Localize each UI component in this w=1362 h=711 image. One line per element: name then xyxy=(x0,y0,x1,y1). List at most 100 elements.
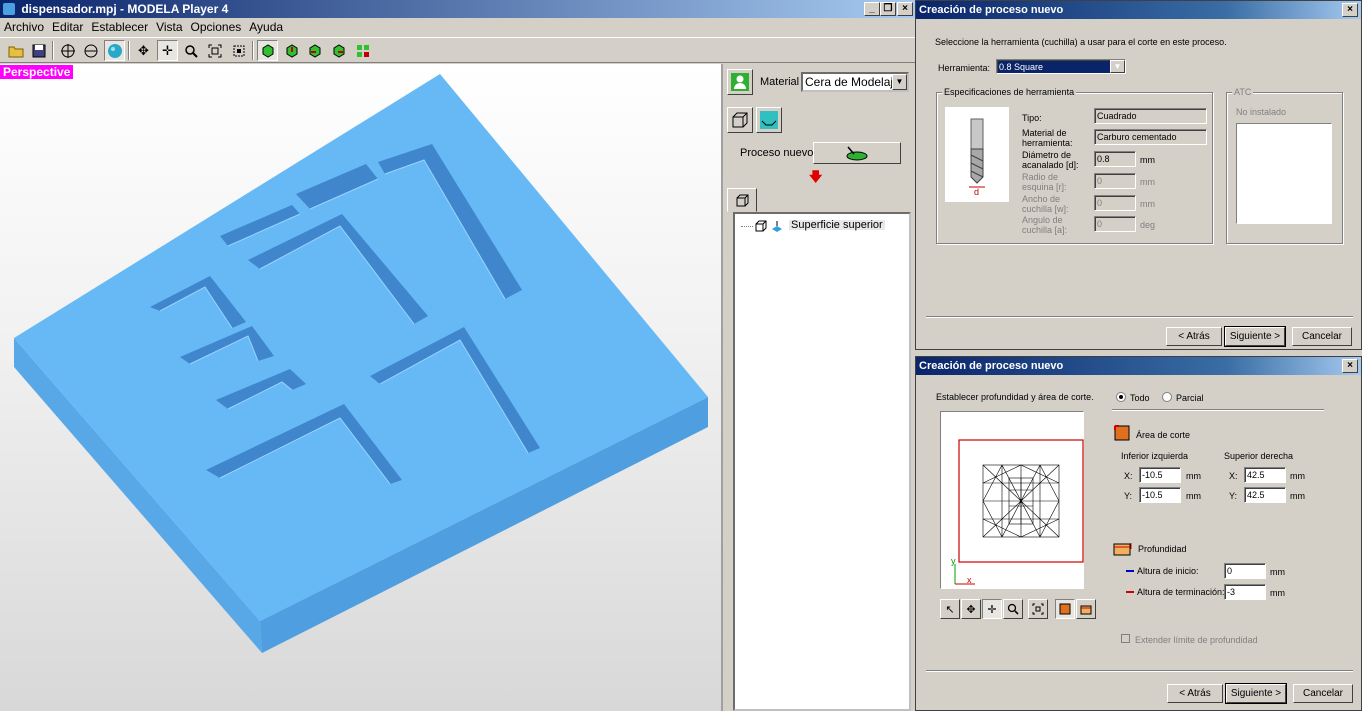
pan-icon[interactable]: ✛ xyxy=(157,40,178,61)
material-label-2: herramienta: xyxy=(1022,138,1073,148)
surface-layer-icon xyxy=(772,221,782,232)
ll-y-field[interactable]: -10.5 xyxy=(1139,487,1181,503)
close-icon[interactable]: × xyxy=(1342,3,1358,17)
tool-instruction: Seleccione la herramienta (cuchilla) a u… xyxy=(935,37,1227,47)
ll-x-field[interactable]: -10.5 xyxy=(1139,467,1181,483)
tree-item-top-surface[interactable]: Superficie superior xyxy=(789,220,885,231)
radio-todo[interactable] xyxy=(1116,392,1126,402)
process-tree[interactable]: Superficie superior xyxy=(733,212,911,711)
surface-icon[interactable] xyxy=(756,107,782,133)
close-button[interactable]: × xyxy=(897,2,913,16)
cube-view-icon[interactable] xyxy=(257,40,278,61)
rotate-icon[interactable]: ✥ xyxy=(133,40,154,61)
shaded-view-icon[interactable] xyxy=(104,40,125,61)
open-icon[interactable] xyxy=(5,40,26,61)
close-icon[interactable]: × xyxy=(1342,359,1358,373)
zoom-icon[interactable] xyxy=(180,40,201,61)
cancel-button[interactable]: Cancelar xyxy=(1293,684,1353,703)
tipo-label: Tipo: xyxy=(1022,113,1042,123)
menu-establecer[interactable]: Establecer xyxy=(89,18,154,36)
model-render xyxy=(14,74,708,653)
radio-parcial[interactable] xyxy=(1162,392,1172,402)
radio-todo-label[interactable]: Todo xyxy=(1130,393,1150,403)
save-icon[interactable] xyxy=(28,40,49,61)
area-preview[interactable]: y x xyxy=(940,411,1084,589)
diametro-field: 0.8 xyxy=(1094,151,1136,167)
start-height-field[interactable]: 0 xyxy=(1224,563,1266,579)
diametro-label-2: acanalado [d]: xyxy=(1022,160,1079,170)
view-side-icon[interactable] xyxy=(80,40,101,61)
cancel-button[interactable]: Cancelar xyxy=(1292,327,1352,346)
extend-depth-checkbox[interactable] xyxy=(1121,634,1130,643)
fit-view-icon[interactable] xyxy=(1028,599,1048,619)
ancho-field: 0 xyxy=(1094,195,1136,211)
back-button[interactable]: < Atrás xyxy=(1167,684,1223,703)
tool-label: Herramienta: xyxy=(938,63,991,73)
angulo-label-2: cuchilla [a]: xyxy=(1022,225,1068,235)
area-select-icon[interactable] xyxy=(1055,599,1075,619)
depth-select-icon[interactable] xyxy=(1076,599,1096,619)
3d-viewport[interactable]: Perspective xyxy=(0,64,721,711)
area-instruction: Establecer profundidad y área de corte. xyxy=(936,392,1094,402)
end-height-field[interactable]: -3 xyxy=(1224,584,1266,600)
tool-dialog: Creación de proceso nuevo × Seleccione l… xyxy=(915,0,1362,350)
preview-toolbar: ↖ ✥ ✛ xyxy=(940,599,1100,619)
select-arrow-icon[interactable]: ↖ xyxy=(940,599,960,619)
fit-view-icon[interactable] xyxy=(228,40,249,61)
start-height-marker xyxy=(1126,570,1134,572)
box-view-icon[interactable] xyxy=(727,107,753,133)
pan-icon[interactable]: ✛ xyxy=(982,599,1002,619)
process-panel: Material Cera de Modelaje ▼ Proceso nuev… xyxy=(721,64,915,711)
radio-label-2: esquina [r]: xyxy=(1022,182,1067,192)
tool-value: 0.8 Square xyxy=(999,62,1044,72)
next-button[interactable]: Siguiente > xyxy=(1224,326,1286,347)
material-select[interactable]: Cera de Modelaje ▼ xyxy=(801,72,909,92)
diametro-unit: mm xyxy=(1140,155,1155,165)
area-dialog: Creación de proceso nuevo × Establecer p… xyxy=(915,356,1362,711)
menu-ayuda[interactable]: Ayuda xyxy=(247,18,289,36)
zoom-icon[interactable] xyxy=(1003,599,1023,619)
menu-editar[interactable]: Editar xyxy=(50,18,89,36)
ur-y-unit: mm xyxy=(1290,491,1305,501)
menu-opciones[interactable]: Opciones xyxy=(189,18,248,36)
material-label: Material xyxy=(760,76,800,88)
ancho-label-2: cuchilla [w]: xyxy=(1022,204,1069,214)
new-process-button[interactable] xyxy=(813,142,901,164)
end-height-marker xyxy=(1126,591,1134,593)
zoom-window-icon[interactable] xyxy=(204,40,225,61)
ur-y-field[interactable]: 42.5 xyxy=(1244,487,1286,503)
chevron-down-icon[interactable]: ▼ xyxy=(892,74,907,90)
material-label-1: Material de xyxy=(1022,128,1067,138)
tool-select[interactable]: 0.8 Square ▼ xyxy=(996,59,1126,74)
ur-x-field[interactable]: 42.5 xyxy=(1244,467,1286,483)
cube-down-icon[interactable] xyxy=(281,40,302,61)
restore-button[interactable]: ❐ xyxy=(880,2,896,16)
cube-right-icon[interactable] xyxy=(328,40,349,61)
angulo-field: 0 xyxy=(1094,216,1136,232)
tab-processes[interactable] xyxy=(727,188,757,212)
start-height-label: Altura de inicio: xyxy=(1137,566,1199,576)
rotate-icon[interactable]: ✥ xyxy=(961,599,981,619)
radio-parcial-label[interactable]: Parcial xyxy=(1176,393,1204,403)
ur-x-unit: mm xyxy=(1290,471,1305,481)
back-button[interactable]: < Atrás xyxy=(1166,327,1222,346)
minimize-button[interactable]: _ xyxy=(864,2,880,16)
radio-label-1: Radio de xyxy=(1022,172,1059,182)
cube-left-icon[interactable] xyxy=(304,40,325,61)
menu-vista[interactable]: Vista xyxy=(154,18,188,36)
app-icon xyxy=(3,3,15,15)
ll-x-label: X: xyxy=(1124,471,1133,481)
material-user-icon[interactable] xyxy=(727,69,753,95)
view-top-icon[interactable] xyxy=(57,40,78,61)
next-button[interactable]: Siguiente > xyxy=(1225,683,1287,704)
box-icon xyxy=(755,220,767,232)
depth-label: Profundidad xyxy=(1138,544,1187,554)
mesh-preview xyxy=(954,439,1084,585)
depth-icon xyxy=(1113,543,1132,556)
grid-view-icon[interactable] xyxy=(352,40,373,61)
menu-archivo[interactable]: Archivo xyxy=(2,18,50,36)
start-height-unit: mm xyxy=(1270,567,1285,577)
area-dialog-title: Creación de proceso nuevo xyxy=(919,360,1064,372)
chevron-down-icon[interactable]: ▼ xyxy=(1110,60,1125,73)
ancho-label-1: Ancho de xyxy=(1022,194,1061,204)
